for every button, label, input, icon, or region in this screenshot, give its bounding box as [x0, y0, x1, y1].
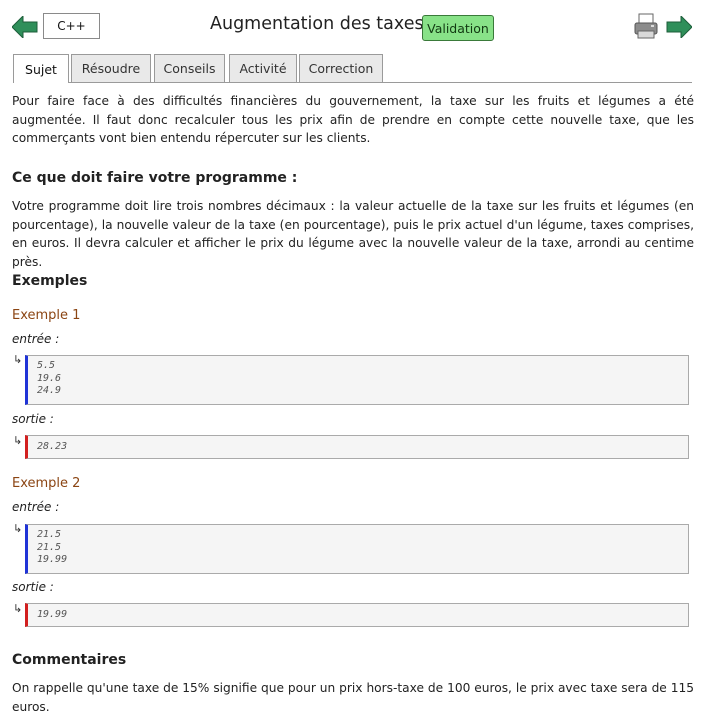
example-2-output-label: sortie : — [12, 580, 54, 594]
task-heading: Ce que doit faire votre programme : — [12, 170, 298, 186]
examples-heading: Exemples — [12, 273, 88, 289]
example-2-input-line: 21.5 — [37, 541, 62, 553]
comments-heading: Commentaires — [12, 652, 127, 668]
example-2-input-box: 21.5 21.5 19.99 — [25, 524, 689, 574]
example-1-output-line: 28.23 — [37, 441, 68, 452]
return-arrow-icon: ↳ — [13, 602, 23, 615]
example-1-input-line: 24.9 — [37, 385, 62, 396]
return-arrow-icon: ↳ — [13, 522, 23, 535]
comments-section: On rappelle qu'une taxe de 15% signifie … — [12, 679, 694, 716]
page-title: Augmentation des taxes — [210, 14, 424, 34]
tab-conseils[interactable]: Conseils — [154, 54, 225, 82]
example-1-input-line: 19.6 — [37, 372, 62, 384]
arrow-right-icon[interactable] — [666, 16, 692, 38]
example-2-input-label: entrée : — [12, 500, 60, 514]
tab-activite[interactable]: Activité — [229, 54, 297, 82]
example-1-output-label: sortie : — [12, 412, 54, 426]
task-text: Votre programme doit lire trois nombres … — [12, 199, 694, 269]
tab-resoudre[interactable]: Résoudre — [71, 54, 151, 82]
example-1-output-box: 28.23 — [25, 435, 689, 459]
example-2-input-line: 21.5 — [37, 529, 62, 540]
intro-text: Pour faire face à des difficultés financ… — [12, 94, 694, 146]
example-2-output-box: 19.99 — [25, 603, 689, 627]
comments-text: On rappelle qu'une taxe de 15% signifie … — [12, 681, 694, 714]
example-1-title: Exemple 1 — [12, 308, 81, 323]
top-bar: C++ Augmentation des taxes Validation — [0, 0, 703, 52]
return-arrow-icon: ↳ — [13, 434, 23, 447]
tab-bar: Sujet Résoudre Conseils Activité Correct… — [13, 54, 692, 83]
printer-icon[interactable] — [634, 13, 658, 39]
language-button[interactable]: C++ — [43, 13, 100, 39]
example-1-input-box: 5.5 19.6 24.9 — [25, 355, 689, 405]
example-2-output-line: 19.99 — [37, 609, 68, 620]
tab-sujet[interactable]: Sujet — [13, 54, 69, 83]
example-2-title: Exemple 2 — [12, 476, 81, 491]
example-2-input-line: 19.99 — [37, 554, 68, 565]
validation-badge[interactable]: Validation — [422, 15, 494, 41]
arrow-left-icon[interactable] — [12, 16, 38, 38]
tab-correction[interactable]: Correction — [299, 54, 383, 82]
example-1-input-label: entrée : — [12, 332, 60, 346]
return-arrow-icon: ↳ — [13, 353, 23, 366]
intro-section: Pour faire face à des difficultés financ… — [12, 92, 694, 148]
example-1-input-line: 5.5 — [37, 360, 56, 371]
task-section: Votre programme doit lire trois nombres … — [12, 197, 694, 271]
